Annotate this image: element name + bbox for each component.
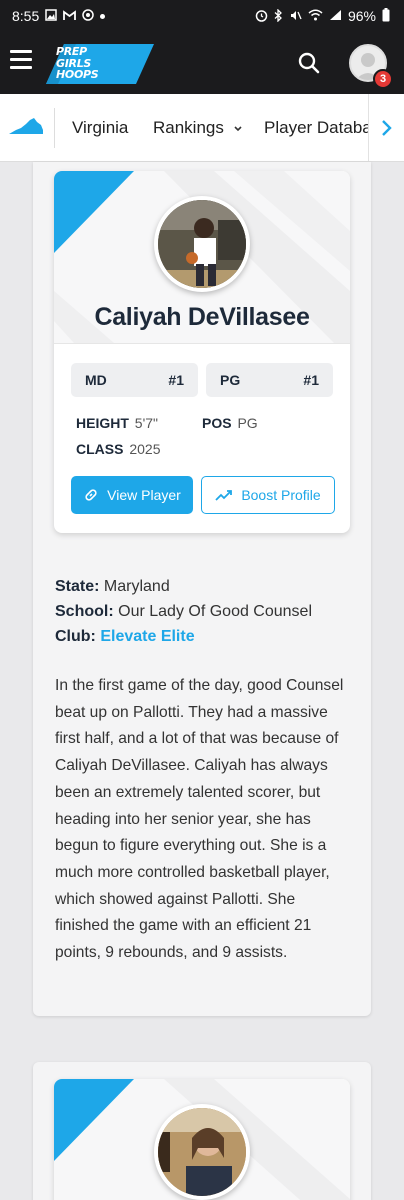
gmail-icon — [63, 9, 77, 23]
wifi-icon — [308, 9, 323, 23]
search-icon[interactable] — [296, 50, 322, 76]
nav-divider — [54, 108, 55, 148]
player-name[interactable]: Caliyah DeVillasee — [54, 303, 350, 332]
position-stat: POS PG — [202, 415, 258, 431]
rank-value: #1 — [168, 372, 184, 388]
height-stat: HEIGHT 5'7" — [76, 415, 158, 431]
nav-item-rankings[interactable]: Rankings — [153, 118, 243, 138]
hamburger-menu-icon[interactable] — [10, 50, 32, 72]
club-link[interactable]: Elevate Elite — [100, 628, 194, 645]
gallery-icon — [45, 9, 57, 23]
next-player-article — [33, 1062, 371, 1200]
article-body: In the first game of the day, good Couns… — [55, 677, 344, 962]
rank-scope: PG — [220, 372, 241, 388]
next-player-card — [54, 1079, 350, 1200]
app-icon — [82, 9, 94, 23]
state-info: State: Maryland — [55, 578, 170, 595]
view-player-button[interactable]: View Player — [71, 476, 193, 514]
link-icon — [85, 489, 97, 501]
class-stat: CLASS 2025 — [76, 441, 161, 457]
status-bar: 8:55 96% — [0, 0, 404, 32]
position-rank-chip[interactable]: PG #1 — [206, 363, 333, 397]
chevron-down-icon — [234, 125, 242, 131]
mute-icon — [289, 9, 302, 24]
rank-scope: MD — [85, 372, 107, 388]
school-info: School: Our Lady Of Good Counsel — [55, 603, 313, 620]
nav-item-virginia[interactable]: Virginia — [72, 118, 128, 138]
app-header: PREP GIRLS HOOPS 3 — [0, 32, 404, 94]
signal-icon — [329, 9, 342, 23]
battery-level: 96% — [347, 8, 376, 24]
player-card: Caliyah DeVillasee MD #1 PG #1 HEIGHT 5'… — [54, 171, 350, 533]
state-nav-bar: Virginia Rankings Player Database — [0, 94, 404, 162]
site-logo[interactable]: PREP GIRLS HOOPS — [46, 32, 154, 94]
bluetooth-icon — [274, 7, 283, 24]
battery-icon — [382, 8, 390, 24]
boost-profile-button[interactable]: Boost Profile — [201, 476, 335, 514]
player-article: Caliyah DeVillasee MD #1 PG #1 HEIGHT 5'… — [33, 162, 371, 1016]
trending-up-icon — [215, 490, 233, 501]
logo-text: PREP GIRLS HOOPS — [56, 45, 99, 81]
notification-badge[interactable]: 3 — [373, 69, 393, 89]
player-card-header: Caliyah DeVillasee — [54, 171, 350, 343]
more-notifications-dot — [100, 13, 106, 19]
alarm-icon — [255, 9, 268, 24]
nav-scroll-right-button[interactable] — [368, 94, 404, 161]
club-info: Club: Elevate Elite — [55, 628, 195, 645]
status-time: 8:55 — [12, 8, 40, 24]
next-player-photo[interactable] — [154, 1104, 250, 1200]
player-photo[interactable] — [154, 196, 250, 292]
rank-value: #1 — [303, 372, 319, 388]
chevron-right-icon — [381, 120, 392, 136]
virginia-state-icon[interactable] — [8, 116, 44, 136]
state-rank-chip[interactable]: MD #1 — [71, 363, 198, 397]
card-divider — [54, 343, 350, 344]
